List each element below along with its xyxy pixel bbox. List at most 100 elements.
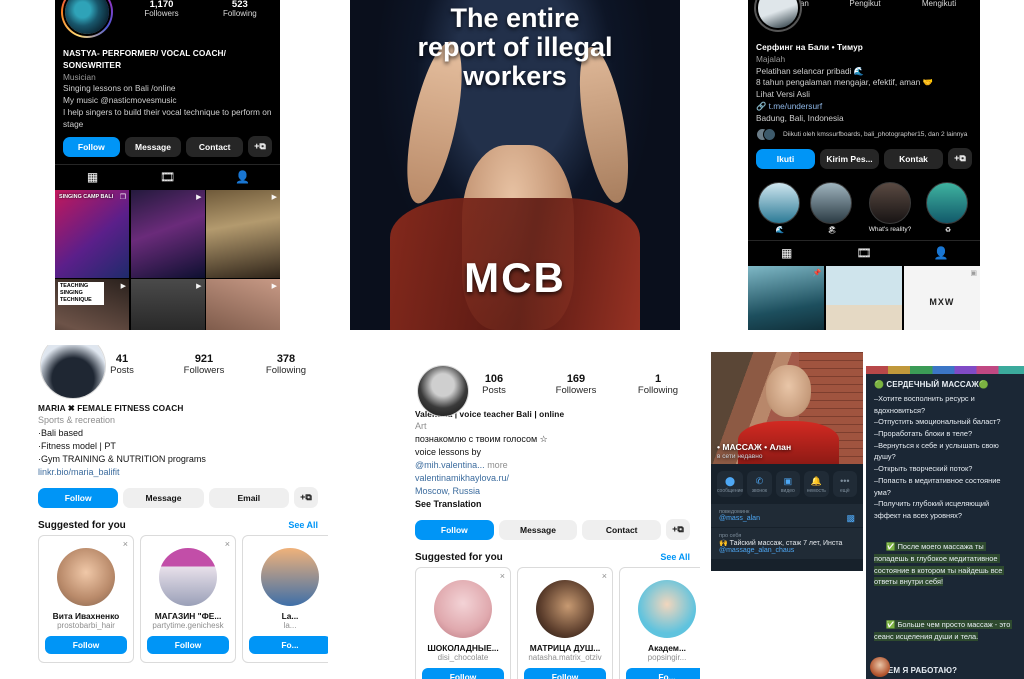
follow-button[interactable]: Follow (524, 668, 606, 679)
stat-following[interactable]: 523 Following (212, 0, 268, 18)
see-translation-link[interactable]: See Translation (415, 498, 690, 511)
profile-category: Sports & recreation (38, 415, 116, 426)
grid-post[interactable]: SINGING CAMP BALI ❐ (55, 190, 129, 278)
more-icon: ••• (840, 476, 850, 486)
external-link[interactable]: valentinamikhaylova.ru/ (415, 472, 690, 485)
tab-grid-icon[interactable]: ▦ (748, 241, 825, 264)
suggested-card[interactable]: × МАТРИЦА ДУШ... natasha.matrix_otziv Fo… (517, 567, 613, 679)
stat-posts-value: 106 (484, 373, 504, 385)
grid-post[interactable]: ▶ (130, 190, 205, 278)
stat-following[interactable]: 378 Following (258, 353, 314, 376)
action-label: ещё (839, 487, 850, 494)
profile-cover-photo: • МАССАЖ • Алан в сети недавно (711, 352, 863, 464)
avatar (261, 548, 319, 607)
suggested-card[interactable]: La... la... Fo... (242, 535, 328, 664)
action-button-row: Ikuti Kirim Pes... Kontak +⧉ (748, 142, 980, 176)
stat-following[interactable]: 1 Following (630, 373, 686, 396)
suggested-card[interactable]: × МАГАЗИН "ФЕ... partytime.genichesk Fol… (140, 535, 236, 664)
external-link[interactable]: linkr.bio/maria_balifit (38, 466, 318, 479)
tab-grid-icon[interactable]: ▦ (55, 165, 130, 188)
stat-followers[interactable]: 921 Followers (176, 353, 232, 376)
stat-followers[interactable]: 1,170 Followers (133, 0, 189, 18)
see-all-link[interactable]: See All (288, 520, 318, 530)
suggested-card[interactable]: × Вита Ивахненко prostobarbi_hair Follow (38, 535, 134, 664)
highlight-label: 🏖 (827, 227, 837, 235)
suggested-card[interactable]: Академ... popsingir... Fo... (619, 567, 700, 679)
grid-post[interactable]: TEACHING SINGING TECHNIQUE ▶ (55, 279, 129, 330)
add-person-icon[interactable]: +⧉ (293, 487, 318, 509)
tab-reels-icon[interactable]: 🎞 (130, 165, 205, 188)
mute-action-button[interactable]: 🔔 немость (804, 471, 829, 497)
bio-mention[interactable]: @mih.valentina... (415, 460, 485, 470)
call-action-button[interactable]: ✆ звонок (747, 471, 772, 497)
message-action-button[interactable]: ⬤ сообщение (717, 471, 744, 497)
stat-followers[interactable]: 169 Followers (548, 373, 604, 396)
follow-button[interactable]: Fo... (249, 636, 328, 655)
contact-button[interactable]: Kontak (884, 148, 943, 169)
tab-tagged-icon[interactable]: 👤 (903, 241, 980, 264)
external-link[interactable]: 🔗 t.me/undersurf (756, 101, 972, 113)
field-value: @mass_alan (719, 514, 760, 522)
follow-button[interactable]: Follow (147, 636, 229, 655)
message-button[interactable]: Message (498, 519, 578, 540)
field-link[interactable]: @massage_alan_chaus (719, 547, 855, 554)
suggested-card[interactable]: × ШОКОЛАДНЫЕ... disi_chocolate Follow (415, 567, 511, 679)
avatar[interactable] (417, 365, 469, 417)
highlight-item[interactable]: 🏖 (810, 182, 854, 234)
profile-location[interactable]: Moscow, Russia (415, 485, 690, 498)
more-link[interactable]: more (487, 460, 508, 470)
add-person-icon[interactable]: +⧉ (666, 519, 691, 541)
close-icon[interactable]: × (123, 539, 128, 549)
close-icon[interactable]: × (500, 571, 505, 581)
follow-button[interactable]: Follow (422, 668, 504, 679)
stat-following[interactable]: Mengikuti (910, 0, 968, 8)
close-icon[interactable]: × (225, 539, 230, 549)
panel-serdechny-massazh-post: 🟢 СЕРДЕЧНЫЙ МАССАЖ🟢 –Хотите восполнить р… (866, 366, 1024, 679)
bio-line-2: My music @nasticmovesmusic (63, 95, 177, 106)
email-button[interactable]: Email (208, 487, 289, 508)
follow-button[interactable]: Follow (38, 487, 119, 508)
profile-tabbar: ▦ 🎞 👤 (55, 164, 280, 188)
grid-post[interactable]: ▶ (206, 190, 280, 278)
qr-icon[interactable]: ▩ (846, 513, 855, 524)
add-person-icon[interactable]: +⧉ (248, 136, 273, 158)
bio-line-1: познакомлю с твоим голосом ☆ (415, 434, 548, 445)
avatar (638, 580, 696, 639)
follow-button[interactable]: Follow (45, 636, 127, 655)
more-action-button[interactable]: ••• ещё (832, 471, 858, 497)
see-original-link[interactable]: Lihat Versi Asli (756, 89, 972, 101)
suggested-username: partytime.genichesk (152, 621, 224, 631)
stat-following-value: 378 (276, 353, 296, 365)
profile-status: в сети недавно (717, 453, 763, 460)
contact-button[interactable]: Contact (582, 519, 662, 540)
follow-button[interactable]: Ikuti (756, 148, 815, 169)
follow-button[interactable]: Fo... (626, 668, 700, 679)
stat-following-value: 1 (654, 373, 662, 385)
grid-post[interactable]: MXW ▣ (903, 266, 980, 330)
video-action-button[interactable]: ▣ видео (775, 471, 801, 497)
see-all-link[interactable]: See All (660, 552, 690, 562)
mute-icon: 🔔 (810, 476, 822, 486)
close-icon[interactable]: × (602, 571, 607, 581)
tab-reels-icon[interactable]: 🎞 (825, 241, 902, 264)
message-button[interactable]: Message (123, 487, 204, 508)
highlight-item[interactable]: What's reality? (862, 182, 918, 234)
message-button[interactable]: Message (124, 136, 182, 157)
contact-button[interactable]: Contact (186, 136, 244, 157)
tab-tagged-icon[interactable]: 👤 (205, 165, 280, 188)
add-person-icon[interactable]: +⧉ (948, 148, 972, 170)
highlight-item[interactable]: 🌊 (758, 182, 802, 234)
grid-post[interactable]: 📌 (748, 266, 825, 330)
follow-button[interactable]: Follow (415, 519, 494, 540)
message-button[interactable]: Kirim Pes... (820, 148, 879, 169)
action-label: немость (806, 487, 826, 494)
follow-button[interactable]: Follow (63, 136, 120, 157)
highlight-cover (869, 182, 911, 225)
grid-post[interactable] (825, 266, 903, 330)
stat-followers[interactable]: Pengikut (836, 0, 894, 8)
username-field[interactable]: поведоминк @mass_alan ▩ (711, 503, 863, 527)
highlight-item[interactable]: ♻ (926, 182, 970, 234)
grid-post[interactable]: POV When you're listening to your vocals… (206, 279, 280, 330)
stat-following-label: Following (637, 385, 679, 396)
grid-post[interactable]: The song is calm in the process of produ… (130, 279, 205, 330)
